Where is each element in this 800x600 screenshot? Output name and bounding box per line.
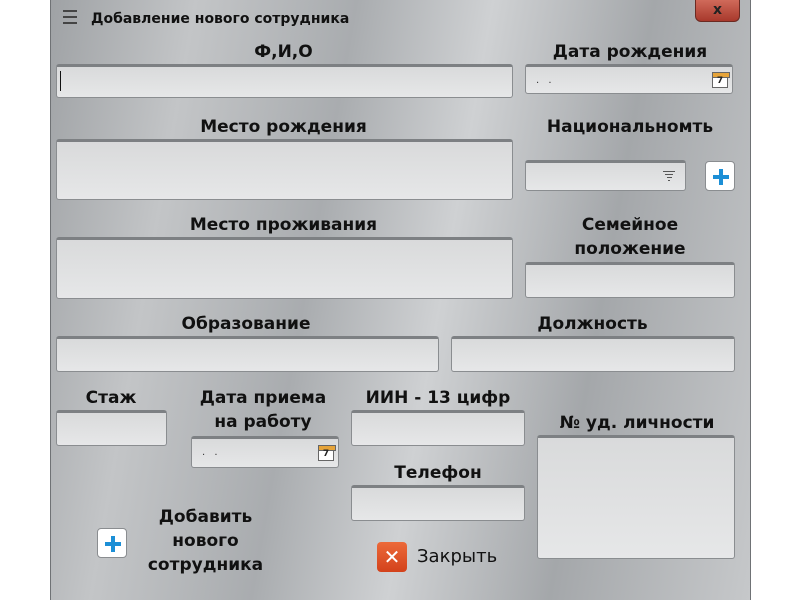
birth-place-input[interactable] bbox=[56, 139, 513, 200]
nationality-select[interactable] bbox=[525, 160, 686, 191]
birth-date-value: . . bbox=[536, 75, 555, 86]
marital-status-input[interactable] bbox=[525, 262, 735, 298]
hire-date-value: . . bbox=[202, 447, 221, 458]
close-button-label[interactable]: Закрыть bbox=[417, 546, 497, 567]
fio-label: Ф,И,О bbox=[254, 42, 313, 62]
add-employee-label-line1[interactable]: Добавить bbox=[123, 505, 288, 529]
position-input[interactable] bbox=[451, 336, 735, 372]
calendar-icon[interactable]: 7 bbox=[318, 445, 336, 461]
hire-date-label-line1: Дата приема bbox=[199, 388, 327, 408]
phone-input[interactable] bbox=[351, 485, 525, 521]
close-icon[interactable]: ✕ bbox=[377, 542, 407, 572]
birth-date-input[interactable]: . . 7 bbox=[525, 64, 733, 94]
title-bar: Добавление нового сотрудника x bbox=[51, 0, 750, 36]
dropdown-arrow-icon bbox=[663, 171, 675, 183]
position-label: Должность bbox=[537, 314, 648, 334]
birth-place-label: Место рождения bbox=[200, 117, 367, 137]
education-label: Образование bbox=[181, 314, 311, 334]
add-nationality-button[interactable] bbox=[705, 161, 735, 191]
add-employee-label-line3[interactable]: сотрудника bbox=[123, 553, 288, 577]
hire-date-label-line2: на работу bbox=[214, 412, 312, 432]
marital-status-label-line2: положение bbox=[574, 239, 686, 259]
experience-label: Стаж bbox=[85, 388, 137, 408]
id-number-input[interactable] bbox=[537, 435, 735, 559]
experience-input[interactable] bbox=[56, 410, 167, 446]
education-input[interactable] bbox=[56, 336, 439, 372]
calendar-icon[interactable]: 7 bbox=[712, 72, 730, 88]
id-number-label: № уд. личности bbox=[559, 413, 715, 433]
add-employee-label-line2[interactable]: нового bbox=[123, 529, 288, 553]
iin-input[interactable] bbox=[351, 410, 525, 446]
menu-icon[interactable] bbox=[63, 10, 77, 26]
nationality-label: Национальномть bbox=[546, 117, 714, 137]
window-title: Добавление нового сотрудника bbox=[91, 11, 350, 27]
iin-label: ИИН - 13 цифр bbox=[365, 388, 511, 408]
phone-label: Телефон bbox=[394, 463, 482, 483]
marital-status-label-line1: Семейное bbox=[581, 215, 679, 235]
residence-label: Место проживания bbox=[189, 215, 378, 235]
add-employee-window: Добавление нового сотрудника x Ф,И,О Дат… bbox=[50, 0, 751, 600]
birth-date-label: Дата рождения bbox=[552, 42, 708, 62]
window-close-button[interactable]: x bbox=[695, 0, 740, 22]
residence-input[interactable] bbox=[56, 237, 513, 299]
hire-date-input[interactable]: . . 7 bbox=[191, 436, 339, 468]
fio-input[interactable] bbox=[56, 64, 513, 98]
